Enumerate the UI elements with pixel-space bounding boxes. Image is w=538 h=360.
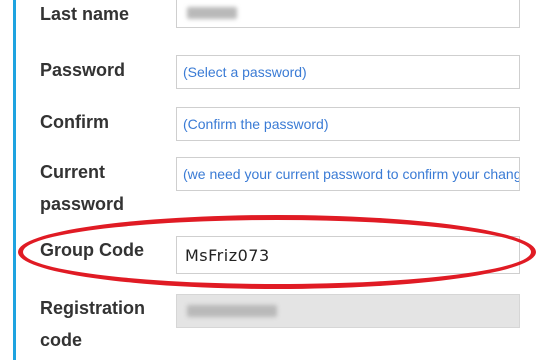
password-field[interactable]: (Select a password) — [176, 55, 520, 89]
last-name-field[interactable] — [176, 0, 520, 28]
current-password-label-line2: password — [40, 194, 125, 214]
current-password-label: Current password — [40, 156, 124, 220]
blurred-value — [187, 305, 277, 317]
left-accent-rule — [13, 0, 16, 360]
registration-code-field — [176, 294, 520, 328]
registration-code-label-line2: code — [40, 330, 83, 350]
registration-code-label: Registration code — [40, 292, 145, 356]
group-code-value: MsFriz073 — [185, 246, 270, 265]
confirm-password-field[interactable]: (Confirm the password) — [176, 107, 520, 141]
group-code-label: Group Code — [40, 240, 144, 260]
password-label: Password — [40, 60, 126, 80]
confirm-label: Confirm — [40, 112, 109, 132]
current-password-field[interactable]: (we need your current password to confir… — [176, 157, 520, 191]
confirm-placeholder: (Confirm the password) — [183, 116, 329, 132]
blurred-value — [187, 7, 237, 19]
password-placeholder: (Select a password) — [183, 64, 307, 80]
registration-code-label-line1: Registration — [40, 298, 146, 318]
last-name-label: Last name — [40, 4, 130, 24]
group-code-field[interactable]: MsFriz073 — [176, 236, 520, 274]
current-password-placeholder: (we need your current password to confir… — [183, 166, 520, 182]
current-password-label-line1: Current — [40, 162, 106, 182]
